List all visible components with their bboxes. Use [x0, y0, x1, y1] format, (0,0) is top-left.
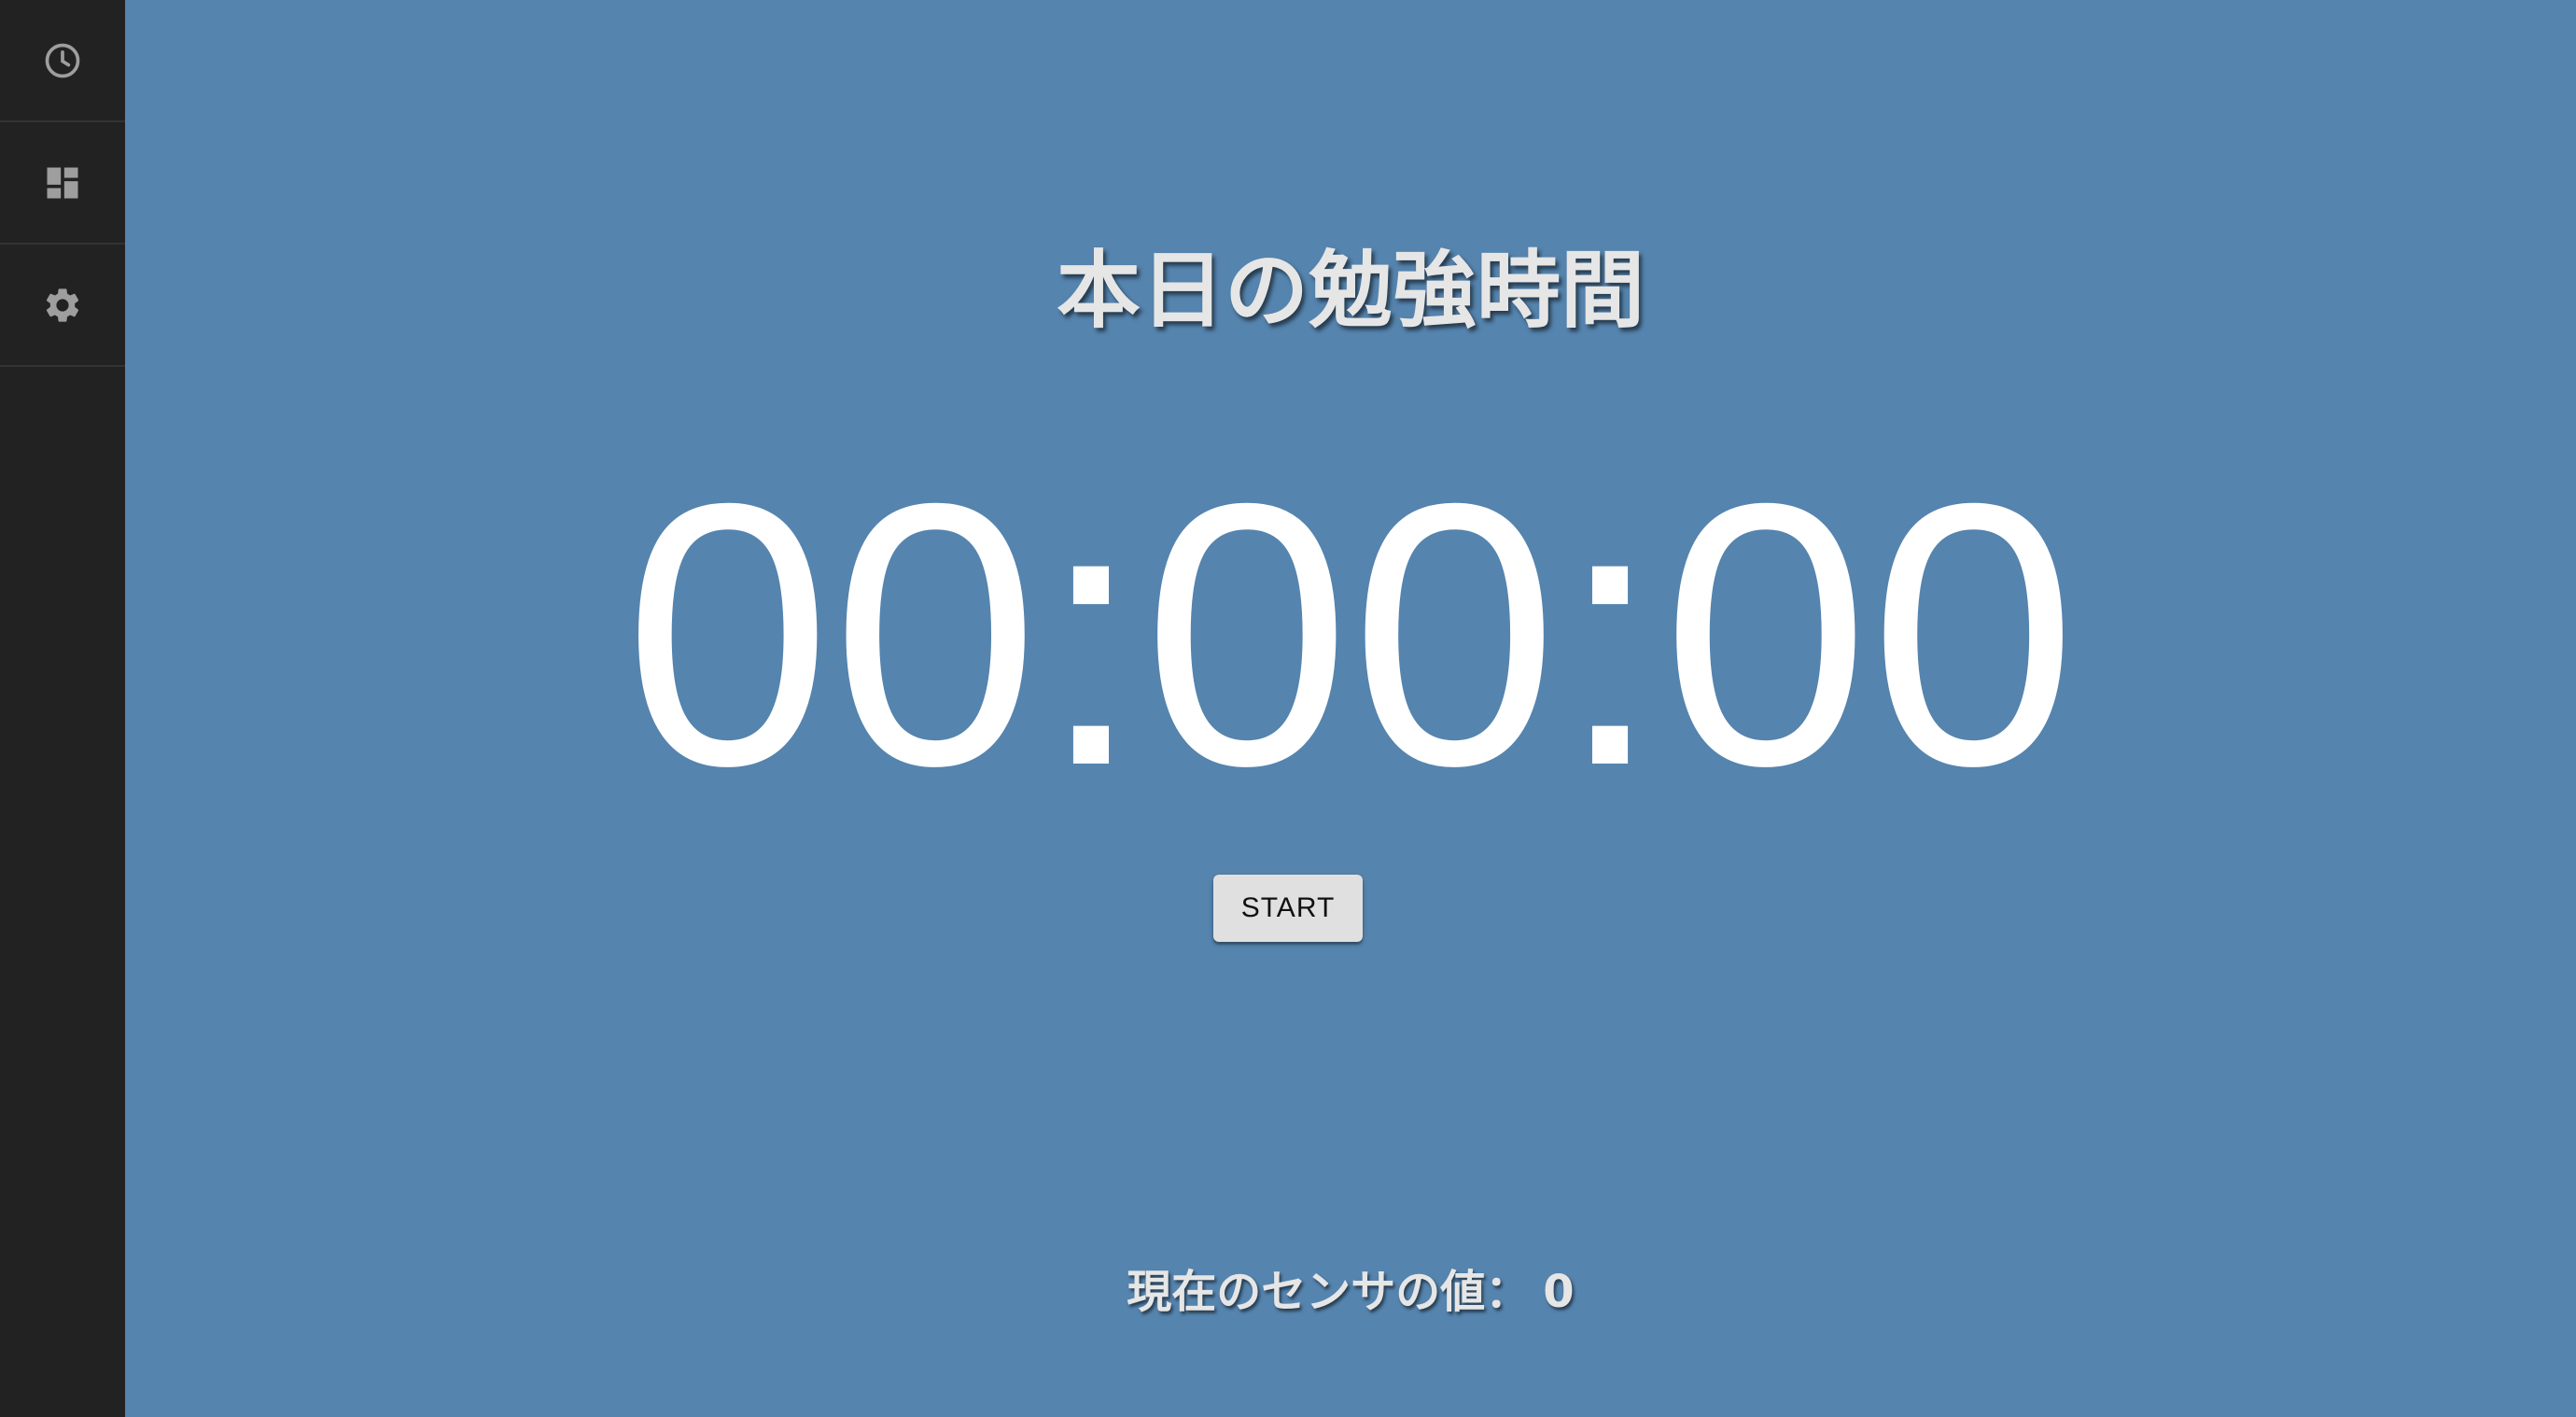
study-timer-display: 00:00:00: [623, 426, 2078, 843]
sidebar: [0, 0, 125, 1417]
sidebar-item-timer[interactable]: [0, 0, 125, 122]
app-window: 本日の勉強時間 00:00:00 START 現在のセンサの値： 0: [0, 0, 2576, 1417]
sidebar-item-settings[interactable]: [0, 245, 125, 367]
main-content: 本日の勉強時間 00:00:00 START 現在のセンサの値： 0: [125, 0, 2576, 1417]
sensor-value: 0: [1543, 1266, 1575, 1318]
sidebar-item-dashboard[interactable]: [0, 122, 125, 245]
dashboard-icon: [42, 162, 83, 203]
sensor-readout: 現在のセンサの値： 0: [125, 1262, 2576, 1322]
page-title: 本日の勉強時間: [1057, 242, 1645, 340]
sensor-label: 現在のセンサの値：: [1127, 1266, 1531, 1318]
gear-icon: [42, 285, 83, 326]
start-button[interactable]: START: [1213, 875, 1363, 942]
clock-icon: [42, 40, 83, 81]
